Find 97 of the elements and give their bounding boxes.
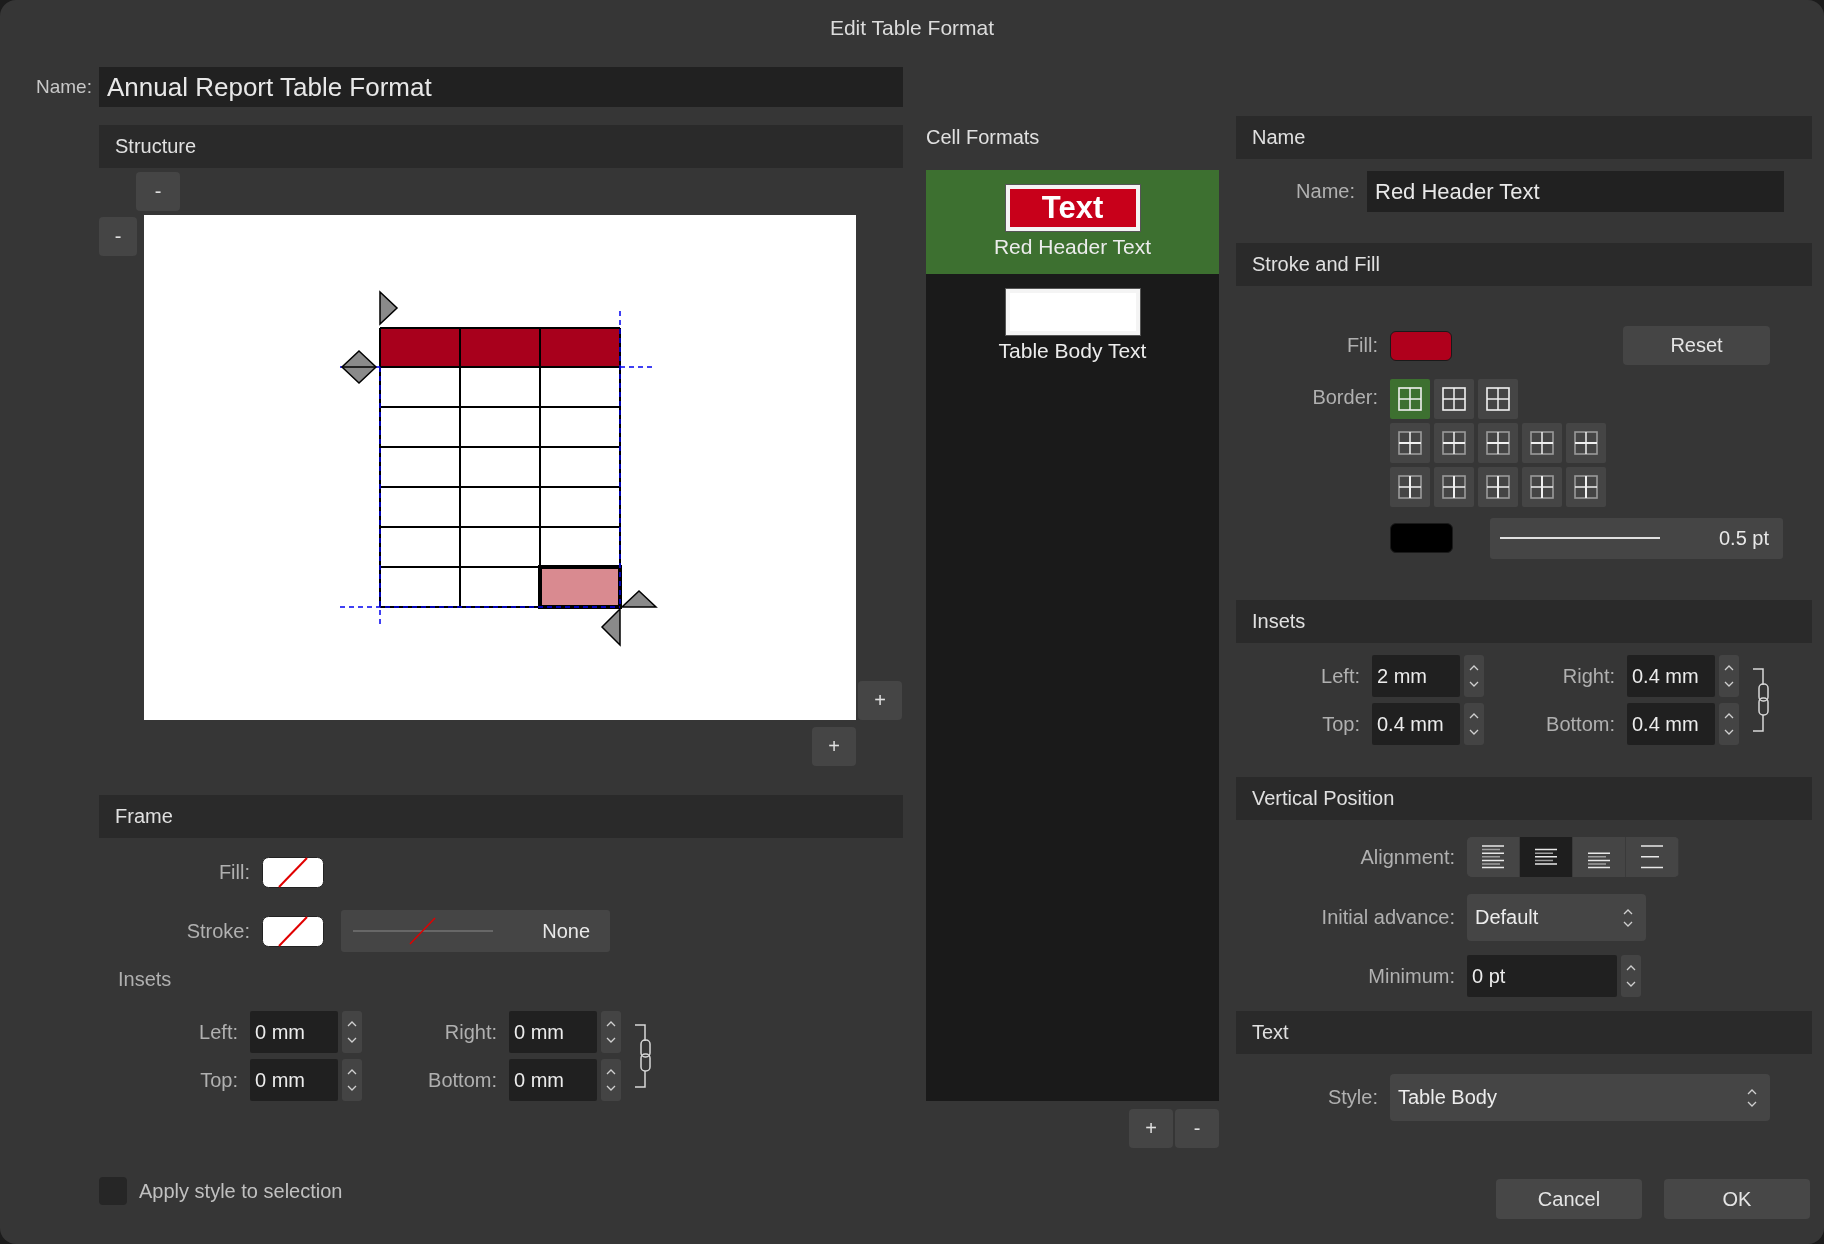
initial-advance-label: Initial advance:: [1320, 906, 1456, 929]
stroke-label: Stroke:: [185, 919, 251, 943]
inset-field[interactable]: 0 mm: [509, 1011, 597, 1053]
section-header: Frame: [99, 795, 903, 838]
list-action-button[interactable]: -: [1175, 1109, 1219, 1148]
inset-field[interactable]: 0 mm: [509, 1059, 597, 1101]
inset-label: Right:: [443, 1020, 498, 1044]
name-label: Name:: [1295, 180, 1356, 203]
stepper-control[interactable]: [342, 1059, 362, 1101]
grid-icon: [1529, 430, 1555, 456]
stroke-width-control[interactable]: None: [341, 910, 610, 952]
grid-icon: [1529, 474, 1555, 500]
style-dropdown[interactable]: Table Body: [1390, 1074, 1770, 1121]
stepper-control[interactable]: [601, 1011, 621, 1053]
grid-icon: [1573, 474, 1599, 500]
inset-label: Top:: [1321, 712, 1361, 736]
stepper-control[interactable]: [1464, 703, 1484, 745]
no-color-swatch[interactable]: [262, 915, 324, 947]
grid-icon: [1485, 430, 1511, 456]
cell-format-item[interactable]: Table Body Text: [926, 274, 1219, 378]
grid-icon: [1485, 386, 1511, 412]
fill-label: Fill:: [1345, 334, 1379, 357]
remove-column-button[interactable]: -: [99, 217, 137, 256]
alignment-button[interactable]: [1520, 837, 1573, 877]
cell-formats-label: Cell Formats: [926, 125, 1041, 150]
initial-advance-dropdown[interactable]: Default: [1467, 894, 1646, 941]
inset-label: Left:: [1320, 664, 1361, 688]
grid-icon: [1441, 430, 1467, 456]
border-option-button[interactable]: [1566, 467, 1606, 507]
add-column-button[interactable]: +: [858, 681, 902, 720]
border-option-button[interactable]: [1390, 379, 1430, 419]
format-preview-swatch: Text: [1005, 185, 1140, 231]
border-option-button[interactable]: [1566, 423, 1606, 463]
stepper-control[interactable]: [342, 1011, 362, 1053]
dialog-button[interactable]: Cancel: [1496, 1179, 1642, 1219]
border-option-button[interactable]: [1522, 467, 1562, 507]
inset-field[interactable]: 0.4 mm: [1627, 703, 1715, 745]
border-option-button[interactable]: [1434, 379, 1474, 419]
inset-field[interactable]: 0.4 mm: [1372, 703, 1460, 745]
section-header: Structure: [99, 125, 903, 168]
section-header: Name: [1236, 116, 1812, 159]
stepper-control[interactable]: [1621, 955, 1641, 997]
stepper-control[interactable]: [1719, 703, 1739, 745]
add-row-button[interactable]: +: [812, 727, 856, 766]
window-title: Edit Table Format: [828, 15, 996, 41]
border-option-button[interactable]: [1478, 379, 1518, 419]
inset-field[interactable]: 2 mm: [1372, 655, 1460, 697]
inset-label: Bottom:: [427, 1068, 498, 1092]
stepper-control[interactable]: [601, 1059, 621, 1101]
section-header: Insets: [1236, 600, 1812, 643]
stepper-control[interactable]: [1719, 655, 1739, 697]
grid-icon: [1397, 386, 1423, 412]
format-name-field[interactable]: Red Header Text: [1367, 171, 1784, 212]
grid-icon: [1397, 430, 1423, 456]
inset-field[interactable]: 0.4 mm: [1627, 655, 1715, 697]
grid-icon: [1397, 474, 1423, 500]
grid-icon: [1441, 386, 1467, 412]
name-field[interactable]: Annual Report Table Format: [99, 67, 903, 107]
border-option-button[interactable]: [1478, 467, 1518, 507]
grid-icon: [1485, 474, 1511, 500]
alignment-button[interactable]: [1467, 837, 1520, 877]
remove-row-button[interactable]: -: [136, 172, 180, 211]
stepper-control[interactable]: [1464, 655, 1484, 697]
inset-label: Left:: [198, 1020, 239, 1044]
minimum-label: Minimum:: [1367, 964, 1456, 988]
inset-label: Top:: [199, 1068, 239, 1092]
grid-icon: [1573, 430, 1599, 456]
checkbox-label: Apply style to selection: [139, 1179, 343, 1203]
no-color-swatch[interactable]: [262, 856, 324, 888]
style-label: Style:: [1326, 1086, 1379, 1109]
fill-label: Fill:: [217, 860, 251, 884]
section-header: Stroke and Fill: [1236, 243, 1812, 286]
section-header: Vertical Position: [1236, 777, 1812, 820]
inset-field[interactable]: 0 mm: [250, 1059, 338, 1101]
dialog-button[interactable]: OK: [1664, 1179, 1810, 1219]
stroke-color-swatch[interactable]: [1390, 523, 1453, 553]
name-label: Name:: [36, 76, 93, 98]
insets-label: Insets: [118, 968, 173, 991]
reset-button[interactable]: Reset: [1623, 326, 1770, 365]
border-option-button[interactable]: [1434, 467, 1474, 507]
minimum-field[interactable]: 0 pt: [1467, 955, 1617, 997]
cell-format-item[interactable]: Text Red Header Text: [926, 170, 1219, 274]
border-option-button[interactable]: [1390, 423, 1430, 463]
alignment-label: Alignment:: [1359, 845, 1456, 869]
border-label: Border:: [1311, 386, 1379, 410]
section-header: Text: [1236, 1011, 1812, 1054]
border-option-button[interactable]: [1522, 423, 1562, 463]
border-option-button[interactable]: [1478, 423, 1518, 463]
inset-field[interactable]: 0 mm: [250, 1011, 338, 1053]
inset-label: Right:: [1561, 664, 1616, 688]
list-action-button[interactable]: +: [1129, 1109, 1173, 1148]
border-option-button[interactable]: [1434, 423, 1474, 463]
fill-color-swatch[interactable]: [1390, 330, 1452, 361]
grid-icon: [1441, 474, 1467, 500]
inset-label: Bottom:: [1545, 712, 1616, 736]
stroke-width-control[interactable]: 0.5 pt: [1490, 517, 1783, 559]
border-option-button[interactable]: [1390, 467, 1430, 507]
